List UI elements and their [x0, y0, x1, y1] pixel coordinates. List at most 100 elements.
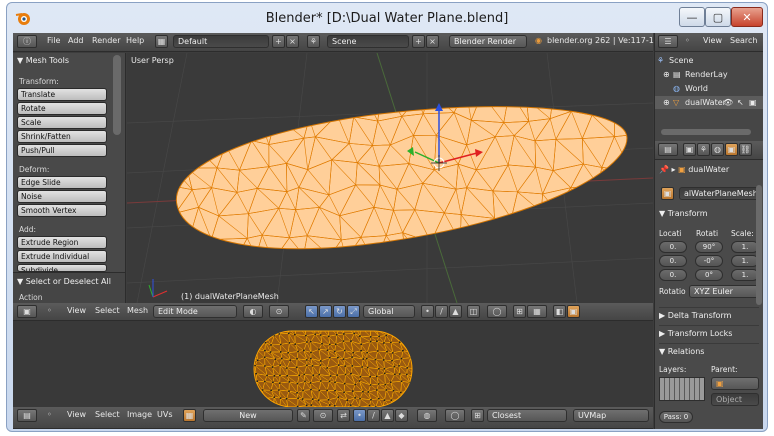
manipulator-toggle-icon[interactable]: ↖: [305, 305, 318, 318]
parent-field[interactable]: ▣: [711, 377, 759, 390]
water-plane-mesh[interactable]: [175, 106, 628, 250]
uv-edge-select-icon[interactable]: /: [367, 409, 380, 422]
outliner-scene-row[interactable]: ⚘ Scene: [655, 54, 763, 67]
view3d-menu-select[interactable]: Select: [95, 306, 120, 315]
maximize-button[interactable]: ▢: [705, 7, 731, 27]
render-engine-select[interactable]: Blender Render: [449, 35, 527, 48]
noise-button[interactable]: Noise: [17, 190, 107, 203]
location-y-field[interactable]: 0.: [659, 255, 687, 267]
uv-canvas[interactable]: [13, 321, 653, 407]
outliner-renderlayer-row[interactable]: ⊕ ▤ RenderLay: [655, 68, 763, 81]
outliner-world-row[interactable]: ◍ World: [655, 82, 763, 95]
image-browse-icon[interactable]: ▦: [183, 409, 196, 422]
3d-viewport[interactable]: User Persp (1) dualWaterPlaneMesh: [127, 53, 653, 303]
scene-tab-icon[interactable]: ⚘: [697, 143, 710, 156]
constraints-tab-icon[interactable]: ⛓: [739, 143, 752, 156]
scale-y-field[interactable]: 1.: [731, 255, 759, 267]
extrude-region-button[interactable]: Extrude Region: [17, 236, 107, 249]
render-camera-icon[interactable]: ▣: [749, 98, 757, 107]
pin-icon[interactable]: ✎: [297, 409, 310, 422]
layers-grid[interactable]: [659, 377, 705, 401]
rotation-z-field[interactable]: 0°: [695, 269, 723, 281]
viewport-canvas[interactable]: [127, 53, 653, 303]
sync-selection-icon[interactable]: ⇄: [337, 409, 350, 422]
remove-screen-icon[interactable]: ×: [286, 35, 299, 48]
visibility-eye-icon[interactable]: 👁: [723, 98, 733, 107]
pass-index-field[interactable]: Pass: 0: [659, 411, 693, 423]
snap-element-icon[interactable]: ▦: [527, 305, 547, 318]
pivot-point-icon[interactable]: ⊙: [269, 305, 289, 318]
outliner-scrollbar[interactable]: [661, 129, 751, 135]
operator-panel-title[interactable]: ▼ Select or Deselect All: [17, 277, 111, 286]
pin-context-icon[interactable]: 📌: [659, 165, 669, 174]
shading-select-icon[interactable]: ◐: [243, 305, 263, 318]
outliner-menu-view[interactable]: View: [703, 36, 722, 45]
uv-pivot-icon[interactable]: ⊙: [313, 409, 333, 422]
edge-select-icon[interactable]: /: [435, 305, 448, 318]
scale-z-field[interactable]: 1.: [731, 269, 759, 281]
scale-button[interactable]: Scale: [17, 116, 107, 129]
relations-panel[interactable]: ▼ Relations: [659, 343, 759, 356]
layers-icon[interactable]: ◧: [553, 305, 566, 318]
rotation-y-field[interactable]: -0°: [695, 255, 723, 267]
delta-transform-panel[interactable]: ▶ Delta Transform: [659, 307, 759, 320]
uv-menu-image[interactable]: Image: [127, 410, 152, 419]
expand-toggle-icon[interactable]: ⊕: [663, 70, 670, 79]
properties-scrollbar[interactable]: [756, 185, 762, 305]
subdivide-button[interactable]: Subdivide: [17, 264, 107, 272]
mode-select[interactable]: Edit Mode: [153, 305, 237, 318]
translate-button[interactable]: Translate: [17, 88, 107, 101]
edge-slide-button[interactable]: Edge Slide: [17, 176, 107, 189]
object-tab-icon[interactable]: ▣: [725, 143, 738, 156]
scale-manipulator-icon[interactable]: ⤢: [347, 305, 360, 318]
render-preview-icon[interactable]: ▣: [567, 305, 580, 318]
orientation-select[interactable]: Global: [363, 305, 415, 318]
transform-locks-panel[interactable]: ▶ Transform Locks: [659, 325, 759, 338]
rotate-manipulator-icon[interactable]: ↻: [333, 305, 346, 318]
occlude-geometry-icon[interactable]: ◫: [467, 305, 480, 318]
transform-panel-header[interactable]: ▼ Transform: [659, 209, 708, 218]
new-image-button[interactable]: New: [203, 409, 293, 422]
uv-editor-type-icon[interactable]: ▤: [17, 409, 37, 422]
vertex-select-icon[interactable]: •: [421, 305, 434, 318]
rotate-button[interactable]: Rotate: [17, 102, 107, 115]
screen-layout-field[interactable]: Default: [173, 35, 269, 48]
uv-proportional-icon[interactable]: ◯: [445, 409, 465, 422]
menu-add[interactable]: Add: [68, 36, 84, 45]
menu-help[interactable]: Help: [126, 36, 144, 45]
face-select-icon[interactable]: ▲: [449, 305, 462, 318]
uv-vertex-select-icon[interactable]: •: [353, 409, 366, 422]
menu-file[interactable]: File: [47, 36, 60, 45]
snap-toggle-icon[interactable]: ⊞: [513, 305, 526, 318]
proportional-edit-icon[interactable]: ◯: [487, 305, 507, 318]
view3d-menu-mesh[interactable]: Mesh: [127, 306, 148, 315]
push-pull-button[interactable]: Push/Pull: [17, 144, 107, 157]
uv-menu-select[interactable]: Select: [95, 410, 120, 419]
location-z-field[interactable]: 0.: [659, 269, 687, 281]
mesh-tools-title[interactable]: ▼ Mesh Tools: [17, 56, 69, 65]
menu-render[interactable]: Render: [92, 36, 120, 45]
uv-snap-icon[interactable]: ⊞: [471, 409, 484, 422]
screen-layout-icon[interactable]: ▦: [155, 35, 168, 48]
remove-scene-icon[interactable]: ×: [426, 35, 439, 48]
smooth-vertex-button[interactable]: Smooth Vertex: [17, 204, 107, 217]
snap-target-select[interactable]: Closest: [487, 409, 567, 422]
minimize-button[interactable]: —: [679, 7, 705, 27]
outliner-object-row[interactable]: ⊕ ▽ dualWater 👁 ↖ ▣: [655, 96, 763, 109]
object-name-field[interactable]: alWaterPlaneMesh: [679, 187, 759, 200]
select-arrow-icon[interactable]: ↖: [737, 98, 744, 107]
rotation-x-field[interactable]: 90°: [695, 241, 723, 253]
scene-field[interactable]: Scene: [327, 35, 409, 48]
translate-manipulator-icon[interactable]: ↗: [319, 305, 332, 318]
add-scene-icon[interactable]: +: [412, 35, 425, 48]
add-screen-icon[interactable]: +: [272, 35, 285, 48]
editor-type-icon[interactable]: ⓘ: [17, 35, 37, 48]
uv-face-select-icon[interactable]: ▲: [381, 409, 394, 422]
view3d-editor-type-icon[interactable]: ▣: [17, 305, 37, 318]
uv-menu-view[interactable]: View: [67, 410, 86, 419]
outliner-editor-type-icon[interactable]: ☰: [658, 35, 678, 48]
sticky-select-icon[interactable]: ◍: [417, 409, 437, 422]
shrink-fatten-button[interactable]: Shrink/Fatten: [17, 130, 107, 143]
scene-icon[interactable]: ⚘: [307, 35, 320, 48]
object-expand-icon[interactable]: ⊕: [663, 98, 670, 107]
